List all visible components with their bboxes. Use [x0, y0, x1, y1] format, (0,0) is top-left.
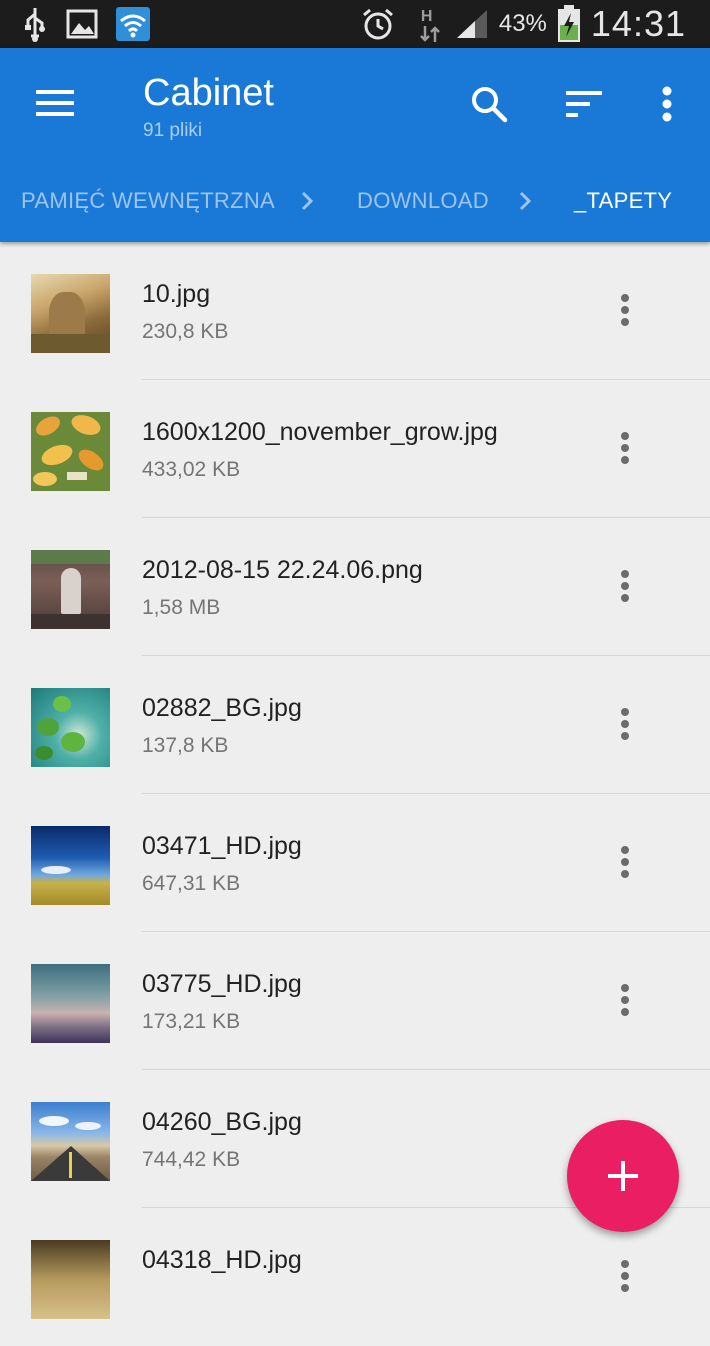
file-count: 91 pliki — [143, 120, 203, 141]
more-options-icon[interactable] — [604, 286, 646, 334]
breadcrumb-download[interactable]: DOWNLOAD — [357, 188, 489, 214]
file-name: 03471_HD.jpg — [142, 832, 302, 860]
signal-icon — [455, 8, 489, 40]
list-item[interactable]: 10.jpg 230,8 KB — [0, 242, 710, 380]
file-size: 173,21 KB — [142, 1010, 241, 1033]
file-name: 2012-08-15 22.24.06.png — [142, 556, 423, 584]
chevron-right-icon — [518, 190, 532, 217]
battery-charging-icon — [557, 5, 581, 43]
system-icons: H 43% 14:31 — [361, 0, 686, 48]
file-thumbnail — [31, 826, 110, 905]
file-name: 10.jpg — [142, 280, 211, 308]
list-item[interactable]: 02882_BG.jpg 137,8 KB — [0, 656, 710, 794]
file-name: 1600x1200_november_grow.jpg — [142, 418, 498, 446]
file-size: 137,8 KB — [142, 734, 229, 757]
file-size: 433,02 KB — [142, 458, 241, 481]
battery-percentage: 43% — [498, 10, 547, 37]
list-item[interactable]: 03775_HD.jpg 173,21 KB — [0, 932, 710, 1070]
file-thumbnail — [31, 274, 110, 353]
add-button[interactable] — [567, 1120, 679, 1232]
notification-icons — [22, 6, 150, 42]
file-thumbnail — [31, 688, 110, 767]
app-bar: Cabinet 91 pliki PAMIĘĆ WEWNĘTRZNA DOWNL… — [0, 48, 710, 242]
data-arrows-icon: H — [417, 4, 445, 44]
file-thumbnail — [31, 550, 110, 629]
list-item[interactable]: 1600x1200_november_grow.jpg 433,02 KB — [0, 380, 710, 518]
file-name: 03775_HD.jpg — [142, 970, 302, 998]
file-thumbnail — [31, 1240, 110, 1319]
breadcrumb: PAMIĘĆ WEWNĘTRZNA DOWNLOAD _TAPETY — [0, 178, 710, 226]
file-size: 1,58 MB — [142, 596, 221, 619]
file-thumbnail — [31, 964, 110, 1043]
sort-icon[interactable] — [560, 78, 608, 130]
alarm-icon — [361, 7, 395, 41]
file-size: 230,8 KB — [142, 320, 229, 343]
status-bar: H 43% 14:31 — [0, 0, 710, 48]
overflow-menu-icon[interactable] — [643, 78, 691, 130]
network-type: H — [420, 8, 433, 25]
more-options-icon[interactable] — [604, 700, 646, 748]
page-title: Cabinet — [143, 72, 274, 114]
file-size: 647,31 KB — [142, 872, 241, 895]
file-size: 744,42 KB — [142, 1148, 241, 1171]
image-icon — [66, 9, 98, 39]
chevron-right-icon — [300, 190, 314, 217]
file-thumbnail — [31, 412, 110, 491]
menu-icon[interactable] — [36, 86, 76, 122]
list-item[interactable]: 03471_HD.jpg 647,31 KB — [0, 794, 710, 932]
breadcrumb-tapety[interactable]: _TAPETY — [574, 188, 672, 214]
usb-icon — [22, 6, 48, 42]
search-icon[interactable] — [465, 78, 513, 130]
more-options-icon[interactable] — [604, 1252, 646, 1300]
more-options-icon[interactable] — [604, 976, 646, 1024]
more-options-icon[interactable] — [604, 562, 646, 610]
file-name: 04260_BG.jpg — [142, 1108, 302, 1136]
clock: 14:31 — [590, 3, 686, 44]
wifi-icon — [116, 7, 150, 41]
file-name: 04318_HD.jpg — [142, 1246, 302, 1274]
file-thumbnail — [31, 1102, 110, 1181]
file-name: 02882_BG.jpg — [142, 694, 302, 722]
add-icon-vertical — [621, 1161, 625, 1191]
more-options-icon[interactable] — [604, 838, 646, 886]
list-item[interactable]: 2012-08-15 22.24.06.png 1,58 MB — [0, 518, 710, 656]
more-options-icon[interactable] — [604, 424, 646, 472]
breadcrumb-internal-storage[interactable]: PAMIĘĆ WEWNĘTRZNA — [21, 188, 275, 214]
